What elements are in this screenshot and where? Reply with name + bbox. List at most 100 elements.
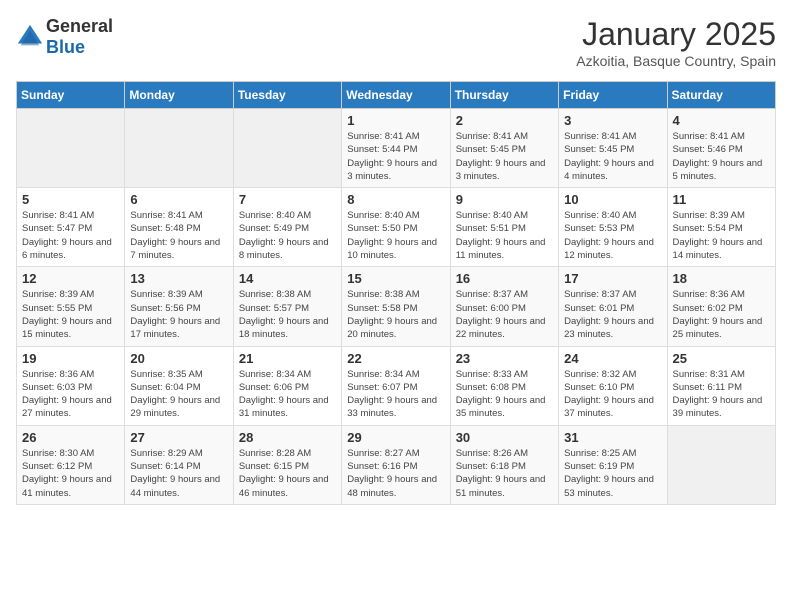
logo-icon <box>16 23 44 51</box>
logo-general-text: General <box>46 16 113 36</box>
day-number: 15 <box>347 271 444 286</box>
day-number: 14 <box>239 271 336 286</box>
logo-blue-text: Blue <box>46 37 85 57</box>
calendar-cell: 8 Sunrise: 8:40 AM Sunset: 5:50 PM Daylig… <box>342 188 450 267</box>
calendar-cell: 18 Sunrise: 8:36 AM Sunset: 6:02 PM Dayli… <box>667 267 775 346</box>
calendar-cell: 11 Sunrise: 8:39 AM Sunset: 5:54 PM Dayli… <box>667 188 775 267</box>
calendar-cell: 1 Sunrise: 8:41 AM Sunset: 5:44 PM Daylig… <box>342 109 450 188</box>
calendar-week-3: 12 Sunrise: 8:39 AM Sunset: 5:55 PM Dayli… <box>17 267 776 346</box>
day-info: Sunrise: 8:40 AM Sunset: 5:50 PM Dayligh… <box>347 209 444 262</box>
day-info: Sunrise: 8:28 AM Sunset: 6:15 PM Dayligh… <box>239 447 336 500</box>
day-info: Sunrise: 8:33 AM Sunset: 6:08 PM Dayligh… <box>456 368 553 421</box>
location-title: Azkoitia, Basque Country, Spain <box>576 53 776 69</box>
day-info: Sunrise: 8:26 AM Sunset: 6:18 PM Dayligh… <box>456 447 553 500</box>
day-number: 23 <box>456 351 553 366</box>
day-info: Sunrise: 8:41 AM Sunset: 5:45 PM Dayligh… <box>564 130 661 183</box>
calendar-cell <box>667 425 775 504</box>
day-info: Sunrise: 8:27 AM Sunset: 6:16 PM Dayligh… <box>347 447 444 500</box>
day-info: Sunrise: 8:25 AM Sunset: 6:19 PM Dayligh… <box>564 447 661 500</box>
column-header-tuesday: Tuesday <box>233 82 341 109</box>
day-number: 20 <box>130 351 227 366</box>
calendar-cell: 22 Sunrise: 8:34 AM Sunset: 6:07 PM Dayli… <box>342 346 450 425</box>
column-header-friday: Friday <box>559 82 667 109</box>
day-number: 22 <box>347 351 444 366</box>
day-number: 16 <box>456 271 553 286</box>
calendar-cell: 2Sunrise: 8:41 AM Sunset: 5:45 PM Daylig… <box>450 109 558 188</box>
day-number: 12 <box>22 271 119 286</box>
calendar-cell: 23 Sunrise: 8:33 AM Sunset: 6:08 PM Dayli… <box>450 346 558 425</box>
calendar-week-4: 19 Sunrise: 8:36 AM Sunset: 6:03 PM Dayli… <box>17 346 776 425</box>
calendar-week-2: 5 Sunrise: 8:41 AM Sunset: 5:47 PM Daylig… <box>17 188 776 267</box>
day-number: 18 <box>673 271 770 286</box>
calendar-cell: 31 Sunrise: 8:25 AM Sunset: 6:19 PM Dayli… <box>559 425 667 504</box>
day-info: Sunrise: 8:35 AM Sunset: 6:04 PM Dayligh… <box>130 368 227 421</box>
day-info: Sunrise: 8:32 AM Sunset: 6:10 PM Dayligh… <box>564 368 661 421</box>
day-number: 1 <box>347 113 444 128</box>
calendar-cell: 6 Sunrise: 8:41 AM Sunset: 5:48 PM Daylig… <box>125 188 233 267</box>
day-info: Sunrise: 8:40 AM Sunset: 5:53 PM Dayligh… <box>564 209 661 262</box>
day-number: 5 <box>22 192 119 207</box>
calendar-header-row: SundayMondayTuesdayWednesdayThursdayFrid… <box>17 82 776 109</box>
day-number: 19 <box>22 351 119 366</box>
calendar-cell: 9Sunrise: 8:40 AM Sunset: 5:51 PM Daylig… <box>450 188 558 267</box>
day-info: Sunrise: 8:38 AM Sunset: 5:57 PM Dayligh… <box>239 288 336 341</box>
day-number: 11 <box>673 192 770 207</box>
day-number: 28 <box>239 430 336 445</box>
day-info: Sunrise: 8:36 AM Sunset: 6:02 PM Dayligh… <box>673 288 770 341</box>
day-info: Sunrise: 8:41 AM Sunset: 5:46 PM Dayligh… <box>673 130 770 183</box>
day-info: Sunrise: 8:41 AM Sunset: 5:45 PM Dayligh… <box>456 130 553 183</box>
calendar-cell: 13 Sunrise: 8:39 AM Sunset: 5:56 PM Dayli… <box>125 267 233 346</box>
page-header: General Blue January 2025 Azkoitia, Basq… <box>16 16 776 69</box>
day-info: Sunrise: 8:30 AM Sunset: 6:12 PM Dayligh… <box>22 447 119 500</box>
day-info: Sunrise: 8:39 AM Sunset: 5:54 PM Dayligh… <box>673 209 770 262</box>
day-number: 4 <box>673 113 770 128</box>
day-number: 30 <box>456 430 553 445</box>
calendar-cell: 10 Sunrise: 8:40 AM Sunset: 5:53 PM Dayli… <box>559 188 667 267</box>
day-number: 13 <box>130 271 227 286</box>
day-number: 27 <box>130 430 227 445</box>
day-number: 10 <box>564 192 661 207</box>
column-header-monday: Monday <box>125 82 233 109</box>
calendar-cell: 24Sunrise: 8:32 AM Sunset: 6:10 PM Dayli… <box>559 346 667 425</box>
day-number: 29 <box>347 430 444 445</box>
calendar-cell <box>125 109 233 188</box>
day-number: 9 <box>456 192 553 207</box>
day-info: Sunrise: 8:40 AM Sunset: 5:49 PM Dayligh… <box>239 209 336 262</box>
column-header-saturday: Saturday <box>667 82 775 109</box>
day-info: Sunrise: 8:41 AM Sunset: 5:48 PM Dayligh… <box>130 209 227 262</box>
day-info: Sunrise: 8:41 AM Sunset: 5:47 PM Dayligh… <box>22 209 119 262</box>
day-number: 21 <box>239 351 336 366</box>
day-info: Sunrise: 8:37 AM Sunset: 6:01 PM Dayligh… <box>564 288 661 341</box>
calendar-cell: 4 Sunrise: 8:41 AM Sunset: 5:46 PM Daylig… <box>667 109 775 188</box>
day-number: 6 <box>130 192 227 207</box>
calendar-cell <box>17 109 125 188</box>
logo: General Blue <box>16 16 113 58</box>
calendar-cell: 15Sunrise: 8:38 AM Sunset: 5:58 PM Dayli… <box>342 267 450 346</box>
calendar-cell: 12 Sunrise: 8:39 AM Sunset: 5:55 PM Dayli… <box>17 267 125 346</box>
day-number: 8 <box>347 192 444 207</box>
column-header-wednesday: Wednesday <box>342 82 450 109</box>
calendar-cell: 27 Sunrise: 8:29 AM Sunset: 6:14 PM Dayli… <box>125 425 233 504</box>
calendar-cell: 29 Sunrise: 8:27 AM Sunset: 6:16 PM Dayli… <box>342 425 450 504</box>
column-header-sunday: Sunday <box>17 82 125 109</box>
day-info: Sunrise: 8:31 AM Sunset: 6:11 PM Dayligh… <box>673 368 770 421</box>
day-info: Sunrise: 8:37 AM Sunset: 6:00 PM Dayligh… <box>456 288 553 341</box>
day-number: 17 <box>564 271 661 286</box>
month-title: January 2025 <box>576 16 776 53</box>
day-info: Sunrise: 8:36 AM Sunset: 6:03 PM Dayligh… <box>22 368 119 421</box>
calendar-table: SundayMondayTuesdayWednesdayThursdayFrid… <box>16 81 776 505</box>
day-info: Sunrise: 8:34 AM Sunset: 6:07 PM Dayligh… <box>347 368 444 421</box>
day-info: Sunrise: 8:41 AM Sunset: 5:44 PM Dayligh… <box>347 130 444 183</box>
day-info: Sunrise: 8:39 AM Sunset: 5:55 PM Dayligh… <box>22 288 119 341</box>
day-number: 31 <box>564 430 661 445</box>
calendar-cell: 21Sunrise: 8:34 AM Sunset: 6:06 PM Dayli… <box>233 346 341 425</box>
calendar-cell: 14 Sunrise: 8:38 AM Sunset: 5:57 PM Dayli… <box>233 267 341 346</box>
calendar-cell: 19 Sunrise: 8:36 AM Sunset: 6:03 PM Dayli… <box>17 346 125 425</box>
calendar-cell: 26Sunrise: 8:30 AM Sunset: 6:12 PM Dayli… <box>17 425 125 504</box>
calendar-cell: 20 Sunrise: 8:35 AM Sunset: 6:04 PM Dayli… <box>125 346 233 425</box>
day-info: Sunrise: 8:29 AM Sunset: 6:14 PM Dayligh… <box>130 447 227 500</box>
calendar-cell: 17 Sunrise: 8:37 AM Sunset: 6:01 PM Dayli… <box>559 267 667 346</box>
day-info: Sunrise: 8:39 AM Sunset: 5:56 PM Dayligh… <box>130 288 227 341</box>
calendar-cell: 3Sunrise: 8:41 AM Sunset: 5:45 PM Daylig… <box>559 109 667 188</box>
calendar-cell: 25Sunrise: 8:31 AM Sunset: 6:11 PM Dayli… <box>667 346 775 425</box>
